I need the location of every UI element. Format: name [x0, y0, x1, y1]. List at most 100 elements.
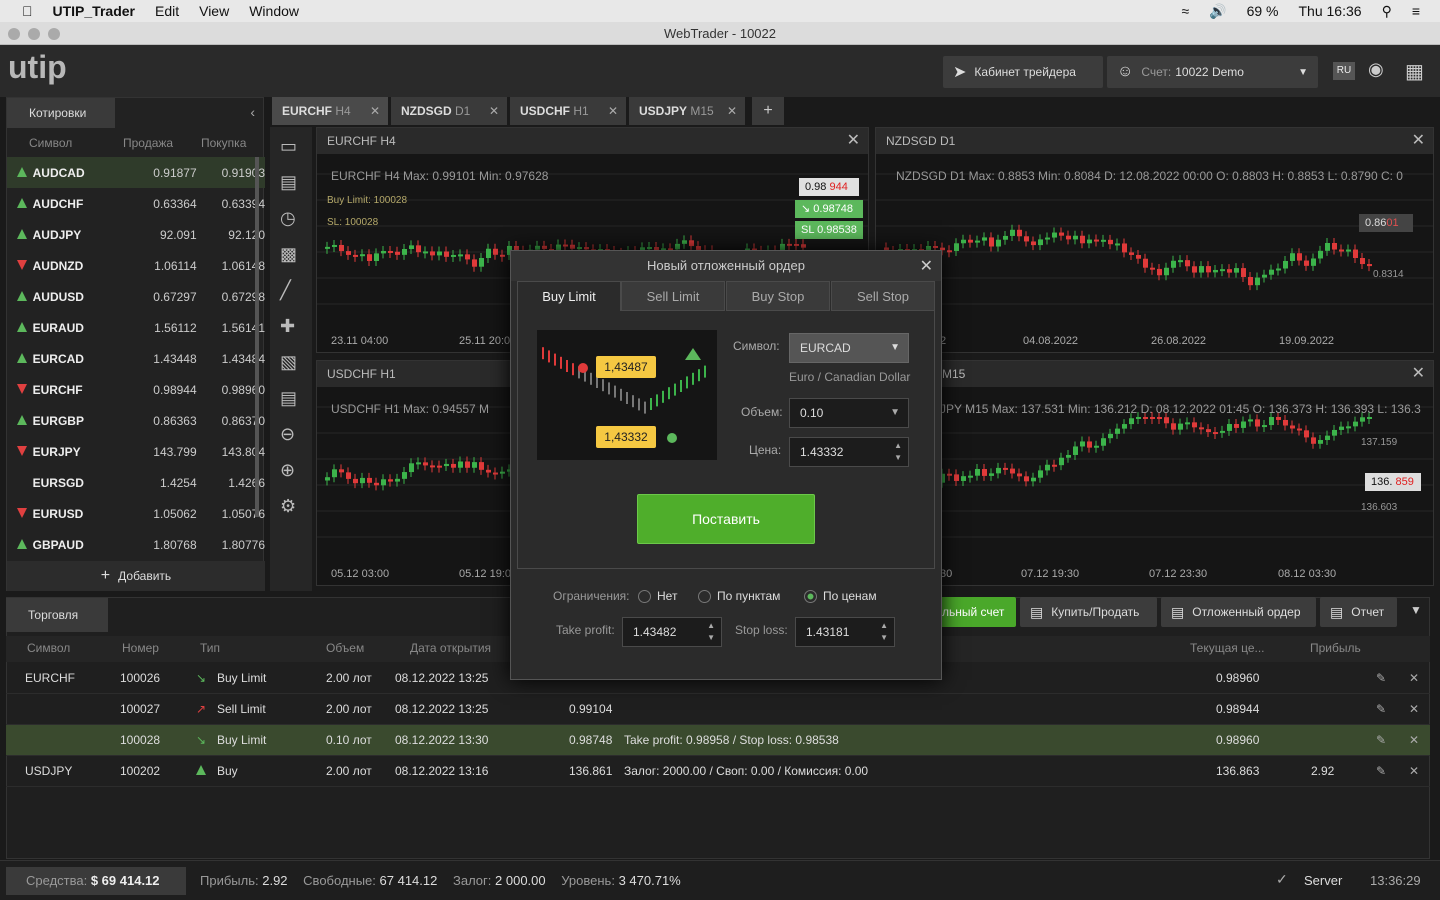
quote-row[interactable]: AUDCHF 0.63364 0.63394	[7, 188, 265, 219]
candle	[1136, 417, 1141, 419]
menu-window[interactable]: Window	[249, 3, 299, 19]
trade-row[interactable]: USDJPY 100202 Buy 2.00 лот 08.12.2022 13:16 1…	[6, 756, 1430, 787]
menu-view[interactable]: View	[199, 3, 229, 19]
quote-row[interactable]: AUDUSD 0.67297 0.67298	[7, 281, 265, 312]
volume-select[interactable]: 0.10 ▼	[789, 398, 909, 428]
close-icon[interactable]: ✕	[1409, 702, 1419, 716]
app-header: utip ➤ Кабинет трейдера ☺ Счет: 10022 De…	[0, 45, 1440, 97]
close-tab-icon[interactable]: ✕	[489, 97, 499, 125]
chart-canvas-usdjpy[interactable]	[876, 387, 1433, 585]
collapse-icon[interactable]: ‹	[250, 104, 255, 120]
close-chart-button[interactable]: ✕	[1412, 128, 1425, 154]
clock-icon[interactable]: ◷	[280, 208, 296, 229]
palette-icon[interactable]: ◉	[1368, 59, 1384, 80]
quote-row[interactable]: EURGBP 0.86363 0.86370	[7, 405, 265, 436]
quotes-scrollbar[interactable]	[255, 157, 259, 517]
candle	[493, 472, 498, 475]
close-tab-icon[interactable]: ✕	[727, 97, 737, 125]
chart-tab[interactable]: EURCHF H4 ✕	[272, 97, 388, 125]
trade-row[interactable]: 100027 ↗ Sell Limit 2.00 лот 08.12.2022 13:2…	[6, 694, 1430, 725]
zoom-window-button[interactable]	[48, 28, 60, 40]
menu-list-icon[interactable]: ≡	[1412, 3, 1420, 19]
layout-grid-icon[interactable]: ▦	[1405, 59, 1424, 84]
close-icon[interactable]: ✕	[1409, 733, 1419, 747]
close-chart-button[interactable]: ✕	[1412, 361, 1425, 387]
place-order-button[interactable]: Поставить	[637, 494, 815, 544]
account-button[interactable]: льный счет	[930, 597, 1016, 627]
apple-icon[interactable]: 	[22, 3, 33, 19]
connection-icon[interactable]: ✓	[1276, 871, 1288, 888]
crosshair-icon[interactable]: ✚	[280, 316, 295, 337]
close-dialog-icon[interactable]: ✕	[920, 256, 933, 276]
candle	[1164, 417, 1169, 424]
edit-icon[interactable]: ✎	[1376, 702, 1386, 716]
add-chart-tab-button[interactable]: +	[752, 97, 784, 125]
take-profit-input[interactable]: 1.43482 ▲ ▼	[622, 617, 722, 647]
price-input[interactable]: 1.43332 ▲ ▼	[789, 437, 909, 467]
edit-icon[interactable]: ✎	[1376, 671, 1386, 685]
expand-chevron-icon[interactable]: ▼	[1410, 603, 1422, 617]
quote-row[interactable]: AUDNZD 1.06114 1.06148	[7, 250, 265, 281]
quote-row[interactable]: EURCHF 0.98944 0.98960	[7, 374, 265, 405]
zoom-in-icon[interactable]: ⊕	[280, 460, 295, 481]
quote-row[interactable]: AUDCAD 0.91877 0.91903	[7, 157, 265, 188]
clock[interactable]: Thu 16:36	[1299, 3, 1362, 19]
close-window-button[interactable]	[8, 28, 20, 40]
candle	[1241, 268, 1246, 277]
close-icon[interactable]: ✕	[1409, 671, 1419, 685]
add-symbol-button[interactable]: + Добавить	[7, 561, 265, 591]
candles-icon[interactable]: ▧	[280, 352, 297, 373]
close-tab-icon[interactable]: ✕	[370, 97, 380, 125]
chart-type-icon[interactable]: ▤	[280, 388, 297, 409]
quote-row[interactable]: EURJPY 143.799 143.804	[7, 436, 265, 467]
quote-row[interactable]: AUDJPY 92.091 92.120	[7, 219, 265, 250]
tab-buy-stop[interactable]: Buy Stop	[726, 281, 830, 311]
bar-chart-icon[interactable]: ▩	[280, 244, 297, 265]
radio-prices[interactable]: По ценам	[804, 589, 877, 604]
chart-canvas-nzdsgd[interactable]	[876, 154, 1433, 352]
battery-level[interactable]: 69 %	[1247, 3, 1279, 19]
radio-none[interactable]: Нет	[638, 589, 677, 604]
app-menu[interactable]: UTIP_Trader	[53, 3, 135, 19]
edit-icon[interactable]: ✎	[1376, 764, 1386, 778]
server-label[interactable]: Server	[1304, 873, 1342, 888]
tab-trade[interactable]: Торговля	[6, 598, 108, 632]
edit-icon[interactable]: ✎	[1376, 733, 1386, 747]
account-selector[interactable]: ☺ Счет: 10022 Demo ▼	[1107, 56, 1318, 88]
rectangle-icon[interactable]: ▭	[280, 136, 297, 157]
report-button[interactable]: ▤ Отчет	[1320, 597, 1397, 627]
volume-icon[interactable]: 🔊	[1209, 3, 1226, 20]
minimize-window-button[interactable]	[28, 28, 40, 40]
tab-sell-stop[interactable]: Sell Stop	[831, 281, 935, 311]
trader-cabinet-button[interactable]: ➤ Кабинет трейдера	[943, 56, 1103, 88]
language-button[interactable]: RU	[1333, 62, 1355, 80]
quote-row[interactable]: EURAUD 1.56112 1.56141	[7, 312, 265, 343]
stop-loss-input[interactable]: 1.43181 ▲ ▼	[795, 617, 895, 647]
close-tab-icon[interactable]: ✕	[608, 97, 618, 125]
wifi-icon[interactable]: ≈	[1181, 3, 1189, 19]
close-chart-button[interactable]: ✕	[847, 128, 860, 154]
quote-row[interactable]: EURSGD 1.4254 1.4266	[7, 467, 265, 498]
tab-buy-limit[interactable]: Buy Limit	[517, 281, 621, 311]
trade-row[interactable]: 100028 ↘ Buy Limit 0.10 лот 08.12.2022 13:30…	[6, 725, 1430, 756]
radio-points[interactable]: По пунктам	[698, 589, 780, 604]
tab-quotes[interactable]: Котировки	[7, 98, 115, 128]
pending-order-button[interactable]: ▤ Отложенный ордер	[1161, 597, 1316, 627]
chart-tab[interactable]: USDJPY M15 ✕	[629, 97, 745, 125]
buy-sell-button[interactable]: ▤ Купить/Продать	[1020, 597, 1157, 627]
tab-sell-limit[interactable]: Sell Limit	[621, 281, 725, 311]
zoom-out-icon[interactable]: ⊖	[280, 424, 295, 445]
chart-tab[interactable]: NZDSGD D1 ✕	[391, 97, 507, 125]
indicator-icon[interactable]: ▤	[280, 172, 297, 193]
symbol-select[interactable]: EURCAD ▼	[789, 333, 909, 363]
menu-edit[interactable]: Edit	[155, 3, 179, 19]
quote-row[interactable]: GBPAUD 1.80768 1.80776	[7, 529, 265, 560]
trendline-icon[interactable]: ╱	[280, 280, 291, 301]
trade-date: 08.12.2022 13:16	[395, 764, 489, 778]
search-icon[interactable]: ⚲	[1382, 3, 1392, 20]
quote-row[interactable]: EURUSD 1.05062 1.05076	[7, 498, 265, 529]
settings-icon[interactable]: ⚙	[280, 496, 296, 517]
close-icon[interactable]: ✕	[1409, 764, 1419, 778]
chart-tab[interactable]: USDCHF H1 ✕	[510, 97, 626, 125]
quote-row[interactable]: EURCAD 1.43448 1.43484	[7, 343, 265, 374]
